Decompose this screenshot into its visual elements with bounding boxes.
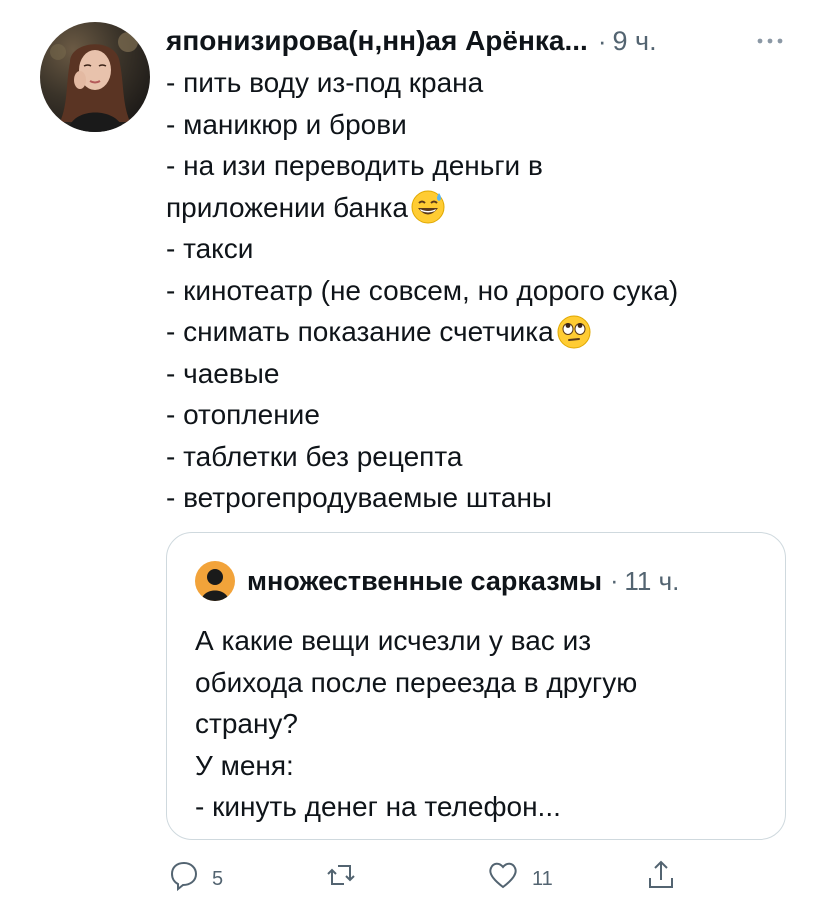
quoted-line: У меня: (195, 749, 294, 781)
tweet-text: - пить воду из-под крана - маникюр и бро… (166, 62, 786, 519)
tweet-line: - пить воду из-под крана (166, 67, 484, 98)
reply-icon (166, 858, 200, 897)
like-button[interactable]: 11 (486, 858, 553, 897)
avatar[interactable] (40, 22, 150, 132)
heart-icon (486, 858, 520, 897)
tweet-header: японизирова(н,нн)ая Арёнка... · 9 ч. (166, 20, 788, 62)
quoted-tweet[interactable]: множественные сарказмы · 11 ч. А какие в… (166, 532, 786, 840)
action-bar: 5 11 (166, 858, 726, 892)
share-button[interactable] (644, 858, 678, 897)
tweet-line: - маникюр и брови (166, 108, 407, 140)
tweet-line: приложении банка (166, 187, 786, 229)
grinning-sweat-emoji (410, 189, 446, 225)
retweet-button[interactable] (324, 858, 358, 897)
eye-roll-emoji (556, 314, 592, 350)
tweet-line: - кинотеатр (не совсем, но дорого сука) (166, 274, 679, 306)
tweet-line: - отопление (166, 399, 320, 430)
reply-button[interactable]: 5 (166, 858, 223, 897)
quoted-tweet-header: множественные сарказмы · 11 ч. (195, 561, 679, 601)
tweet-line: - такси (166, 233, 254, 264)
separator-dot: · (610, 566, 619, 595)
tweet-line: - чаевые (166, 357, 280, 389)
quoted-avatar[interactable] (195, 561, 235, 601)
quoted-author-name[interactable]: множественные сарказмы (247, 566, 602, 597)
tweet: японизирова(н,нн)ая Арёнка... · 9 ч. - п… (0, 0, 828, 892)
separator-dot: · (597, 25, 607, 56)
quoted-line: - кинуть денег на телефон... (195, 791, 561, 822)
quoted-line: А какие вещи исчезли у вас из (195, 625, 592, 656)
quoted-line: страну? (195, 708, 299, 739)
quoted-line: обихода после переезда в другую (195, 666, 638, 698)
tweet-line: - ветрогепродуваемые штаны (166, 482, 553, 513)
tweet-line: - таблетки без рецепта (166, 440, 463, 472)
tweet-line: - снимать показание счетчика (166, 311, 786, 353)
quoted-timestamp[interactable]: 11 ч. (624, 566, 679, 597)
share-icon (644, 858, 678, 897)
like-count: 11 (532, 868, 553, 890)
reply-count: 5 (212, 868, 224, 890)
tweet-line: - на изи переводить деньги в (166, 150, 543, 181)
more-options-icon[interactable] (752, 26, 788, 56)
author-name[interactable]: японизирова(н,нн)ая Арёнка... (166, 25, 588, 57)
quoted-tweet-text: А какие вещи исчезли у вас из обихода по… (195, 620, 755, 828)
timestamp[interactable]: 9 ч. (613, 26, 657, 57)
retweet-icon (324, 858, 358, 897)
